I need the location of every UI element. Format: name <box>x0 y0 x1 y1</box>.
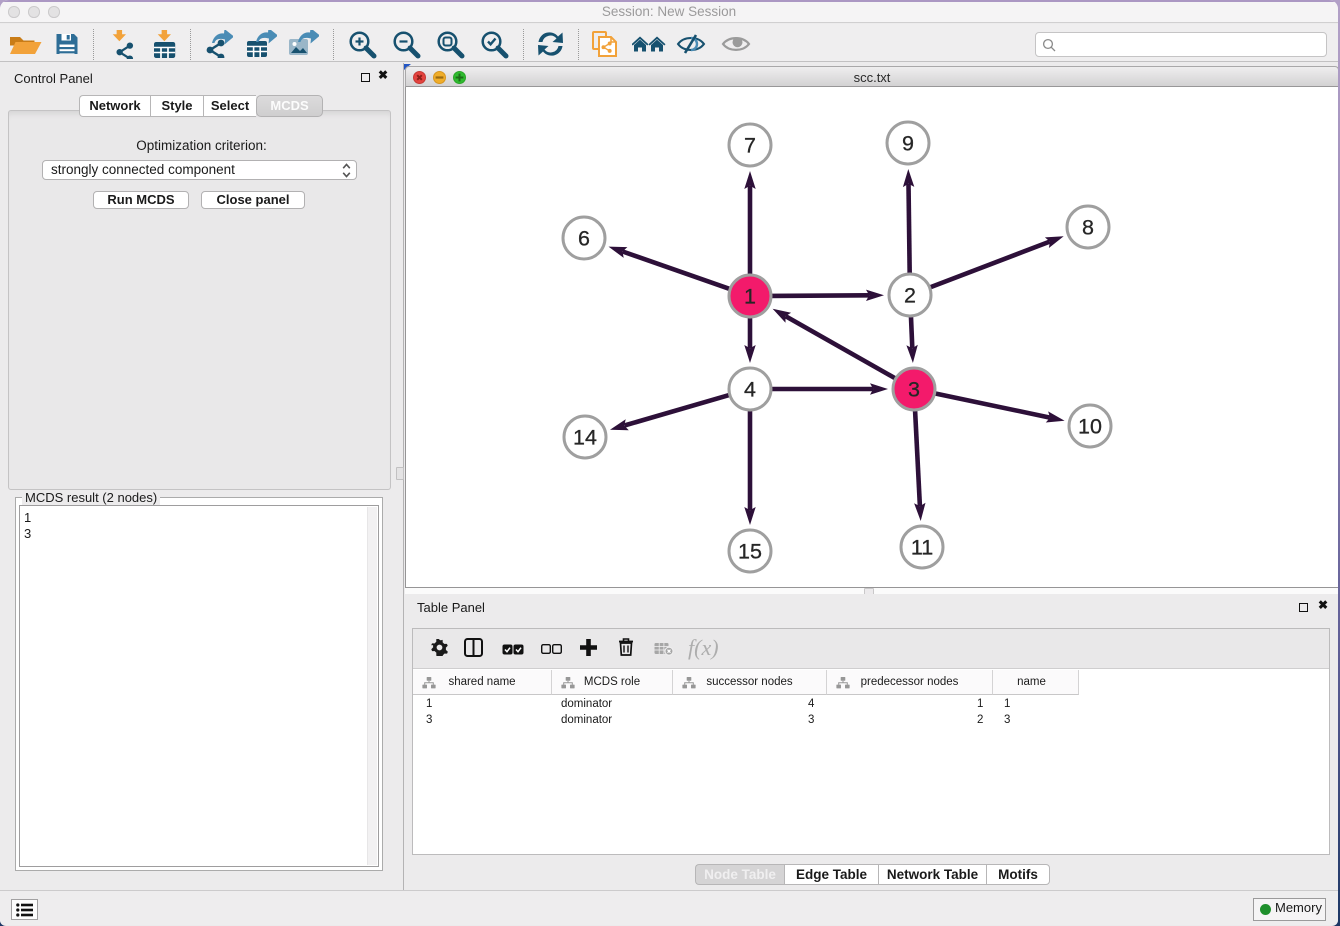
svg-text:8: 8 <box>1082 216 1094 240</box>
svg-text:9: 9 <box>902 132 914 156</box>
svg-text:3: 3 <box>908 378 920 402</box>
svg-text:6: 6 <box>578 227 590 251</box>
svg-text:4: 4 <box>744 378 756 402</box>
svg-text:14: 14 <box>573 426 597 450</box>
svg-text:1: 1 <box>744 285 756 309</box>
svg-text:7: 7 <box>744 134 756 158</box>
svg-text:10: 10 <box>1078 415 1102 439</box>
svg-text:15: 15 <box>738 540 762 564</box>
svg-text:11: 11 <box>911 536 933 560</box>
svg-text:2: 2 <box>904 284 916 308</box>
